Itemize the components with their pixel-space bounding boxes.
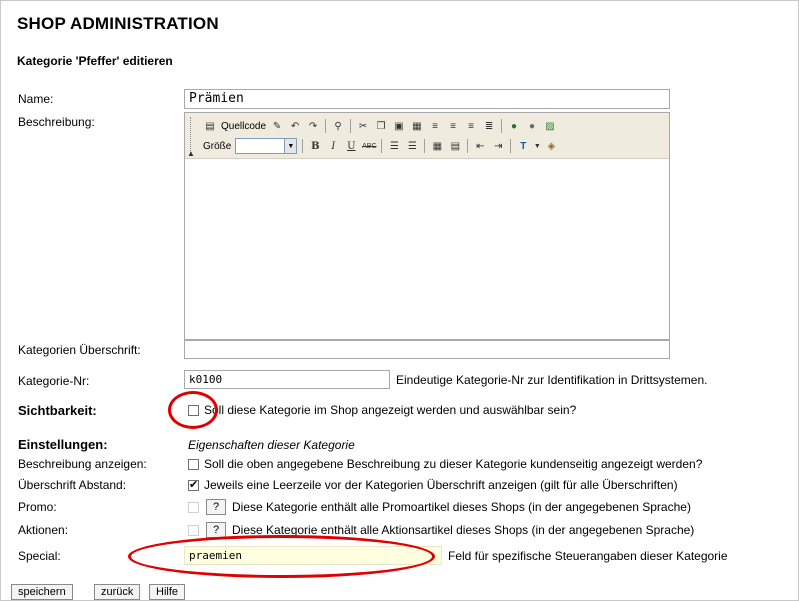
align-right-icon[interactable]: ≡ (464, 119, 478, 133)
toolbar-grip (190, 117, 194, 153)
show-description-label: Beschreibung anzeigen: (18, 457, 147, 471)
toolbar-separator (350, 119, 352, 133)
text-color-icon[interactable]: T (516, 139, 530, 153)
cut-icon[interactable]: ✂ (356, 119, 370, 133)
toolbar-separator (510, 139, 512, 153)
align-center-icon[interactable]: ≡ (446, 119, 460, 133)
check-icon: ✔ (189, 479, 199, 491)
highlight-ellipse (128, 535, 435, 578)
toolbar-separator (302, 139, 304, 153)
promo-text: Diese Kategorie enthält alle Promoartike… (232, 500, 691, 514)
help-button[interactable]: Hilfe (149, 584, 186, 600)
font-size-label: Größe (203, 140, 232, 152)
unordered-list-icon[interactable]: ☰ (405, 139, 419, 153)
highlight-circle (168, 391, 218, 429)
italic-icon[interactable]: I (326, 139, 340, 153)
name-label: Name: (18, 92, 54, 106)
page-title: SHOP ADMINISTRATION (17, 14, 219, 33)
description-label: Beschreibung: (18, 115, 95, 129)
special-hint: Feld für spezifische Steuerangaben diese… (448, 549, 728, 563)
collapse-toolbar-icon[interactable]: ▲ (187, 149, 195, 158)
eraser-icon[interactable]: ✎ (270, 119, 284, 133)
rich-text-editor: ▲ ▤ Quellcode ✎ ↶ ↷ ⚲ ✂ ❐ ▣ ▦ ≡ ≡ ≡ ≣ ● … (184, 112, 670, 340)
toolbar-separator (467, 139, 469, 153)
source-icon[interactable]: ▤ (203, 119, 217, 133)
number-label: Kategorie-Nr: (18, 374, 90, 388)
visibility-label: Sichtbarkeit: (18, 403, 97, 418)
redo-icon[interactable]: ↷ (306, 119, 320, 133)
font-size-select[interactable] (235, 138, 286, 154)
promo-checkbox[interactable] (188, 502, 199, 513)
number-input[interactable]: k0100 (184, 370, 390, 389)
heading-label: Kategorien Überschrift: (18, 343, 141, 357)
show-description-text: Soll die oben angegebene Beschreibung zu… (204, 457, 703, 471)
strikethrough-icon[interactable]: ABC (362, 139, 376, 153)
heading-spacing-checkbox[interactable]: ✔ (188, 479, 199, 491)
undo-icon[interactable]: ↶ (288, 119, 302, 133)
number-hint: Eindeutige Kategorie-Nr zur Identifikati… (396, 373, 708, 387)
underline-icon[interactable]: U (344, 139, 358, 153)
settings-label: Einstellungen: (18, 437, 108, 452)
indent-icon[interactable]: ⇥ (491, 139, 505, 153)
heading-spacing-text: Jeweils eine Leerzeile vor der Kategorie… (204, 478, 678, 492)
align-justify-icon[interactable]: ≣ (482, 119, 496, 133)
back-button[interactable]: zurück (94, 584, 141, 600)
chevron-down-icon[interactable]: ▼ (284, 138, 298, 154)
toolbar-row-1: ▤ Quellcode ✎ ↶ ↷ ⚲ ✂ ❐ ▣ ▦ ≡ ≡ ≡ ≣ ● ● … (203, 117, 557, 135)
settings-description: Eigenschaften dieser Kategorie (188, 438, 355, 452)
promo-help-button[interactable]: ? (206, 499, 226, 515)
bold-icon[interactable]: B (308, 139, 322, 153)
toolbar-separator (501, 119, 503, 133)
horizontal-rule-icon[interactable]: ▤ (448, 139, 462, 153)
actions-checkbox[interactable] (188, 525, 199, 536)
align-left-icon[interactable]: ≡ (428, 119, 442, 133)
name-input[interactable]: Prämien (184, 89, 670, 109)
heading-spacing-label: Überschrift Abstand: (18, 478, 127, 492)
image-icon[interactable]: ▨ (543, 119, 557, 133)
unlink-icon[interactable]: ● (525, 119, 539, 133)
copy-icon[interactable]: ❐ (374, 119, 388, 133)
actions-label: Aktionen: (18, 523, 69, 537)
link-icon[interactable]: ● (507, 119, 521, 133)
editor-toolbar: ▲ ▤ Quellcode ✎ ↶ ↷ ⚲ ✂ ❐ ▣ ▦ ≡ ≡ ≡ ≣ ● … (185, 113, 669, 159)
chevron-down-icon[interactable]: ▼ (534, 139, 541, 153)
toolbar-row-2: Größe ▼ B I U ABC ☰ ☰ ▦ ▤ ⇤ ⇥ T ▼ ◈ (203, 137, 558, 155)
page-subtitle: Kategorie 'Pfeffer' editieren (17, 54, 173, 68)
special-label: Special: (18, 549, 61, 563)
paste-icon[interactable]: ▣ (392, 119, 406, 133)
show-description-checkbox[interactable] (188, 459, 199, 470)
source-button-label[interactable]: Quellcode (221, 121, 266, 132)
special-char-icon[interactable]: ◈ (544, 139, 558, 153)
promo-label: Promo: (18, 500, 57, 514)
paste-word-icon[interactable]: ▦ (410, 119, 424, 133)
ordered-list-icon[interactable]: ☰ (387, 139, 401, 153)
visibility-text: Soll diese Kategorie im Shop angezeigt w… (204, 403, 577, 417)
toolbar-separator (325, 119, 327, 133)
toolbar-separator (424, 139, 426, 153)
table-icon[interactable]: ▦ (430, 139, 444, 153)
toolbar-separator (381, 139, 383, 153)
find-icon[interactable]: ⚲ (331, 119, 345, 133)
heading-input[interactable] (184, 340, 670, 359)
outdent-icon[interactable]: ⇤ (473, 139, 487, 153)
save-button[interactable]: speichern (11, 584, 73, 600)
